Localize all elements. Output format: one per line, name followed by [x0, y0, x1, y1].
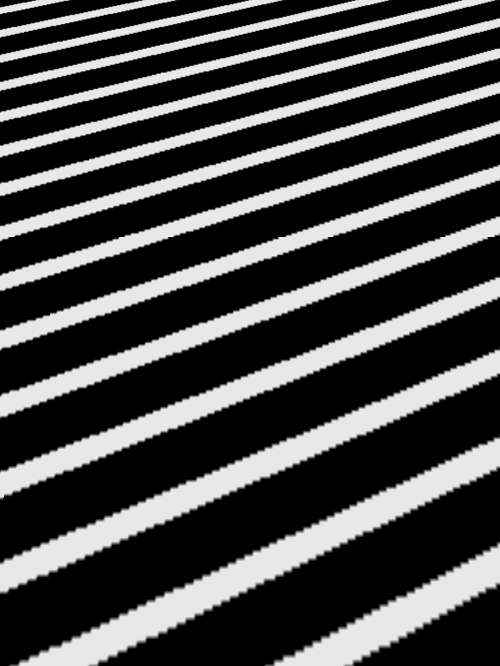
output-slider[interactable] [41, 509, 319, 523]
preset-select[interactable]: 自定 [88, 219, 288, 243]
watermark: UiBQ.CoM [373, 632, 486, 658]
output-levels-label: 输出色阶(O): [41, 464, 369, 481]
right-panel: 确定 取消 自动(A) 选项(T)... ✓ 预览(P) [379, 219, 489, 551]
white-point-handle[interactable] [285, 406, 295, 415]
white-eyedropper-icon[interactable] [457, 381, 479, 403]
input-levels-label: 输入色阶(I): [41, 287, 369, 304]
input-slider[interactable] [41, 406, 319, 420]
gray-eyedropper-icon[interactable] [423, 381, 445, 403]
channel-row: 通道: 图层 1 蒙版 [75, 253, 369, 277]
preset-label: 预设(E): [39, 223, 82, 240]
eyedropper-group [379, 381, 489, 403]
channel-select[interactable]: 图层 1 蒙版 [169, 253, 309, 277]
auto-button[interactable]: 自动(A) [379, 297, 489, 325]
input-white-field[interactable]: 230 [279, 426, 331, 448]
input-black-field[interactable]: 75 [99, 426, 151, 448]
black-point-handle[interactable] [123, 406, 133, 415]
channel-value: 图层 1 蒙版 [178, 257, 239, 274]
input-gamma-field[interactable]: 1.00 [189, 426, 241, 448]
output-white-field[interactable]: 255 [297, 529, 349, 551]
dialog-body: 预设(E): 自定 ✿ 通道: 图层 1 蒙版 输入色阶(I): [29, 205, 499, 565]
preview-label: 预览(P) [411, 427, 451, 444]
close-icon[interactable]: ✕ [464, 176, 489, 200]
output-black-handle[interactable] [38, 509, 48, 518]
preset-value: 自定 [97, 223, 121, 240]
preview-checkbox[interactable]: ✓ [391, 429, 405, 443]
preset-row: 预设(E): 自定 ✿ [39, 219, 369, 243]
output-values-row: 0 255 [127, 529, 369, 551]
output-gradient[interactable] [41, 495, 319, 509]
dialog-title: 色阶 [39, 179, 65, 198]
ok-button[interactable]: 确定 [379, 221, 489, 249]
black-eyedropper-icon[interactable] [389, 381, 411, 403]
cancel-button[interactable]: 取消 [379, 259, 489, 287]
histogram[interactable] [41, 310, 319, 406]
channel-label: 通道: [135, 257, 162, 274]
output-black-field[interactable]: 0 [127, 529, 179, 551]
left-panel: 预设(E): 自定 ✿ 通道: 图层 1 蒙版 输入色阶(I): [39, 219, 369, 551]
gear-icon[interactable]: ✿ [302, 223, 314, 240]
options-button[interactable]: 选项(T)... [379, 335, 489, 363]
midtone-handle[interactable] [189, 406, 199, 415]
titlebar: 色阶 ✕ [29, 171, 499, 205]
output-white-handle[interactable] [309, 509, 319, 518]
levels-dialog: 色阶 ✕ 预设(E): 自定 ✿ 通道: 图层 1 蒙版 输入色阶(I): [28, 170, 500, 598]
input-values-row: 75 1.00 230 [99, 426, 369, 448]
preview-row[interactable]: ✓ 预览(P) [379, 427, 489, 444]
